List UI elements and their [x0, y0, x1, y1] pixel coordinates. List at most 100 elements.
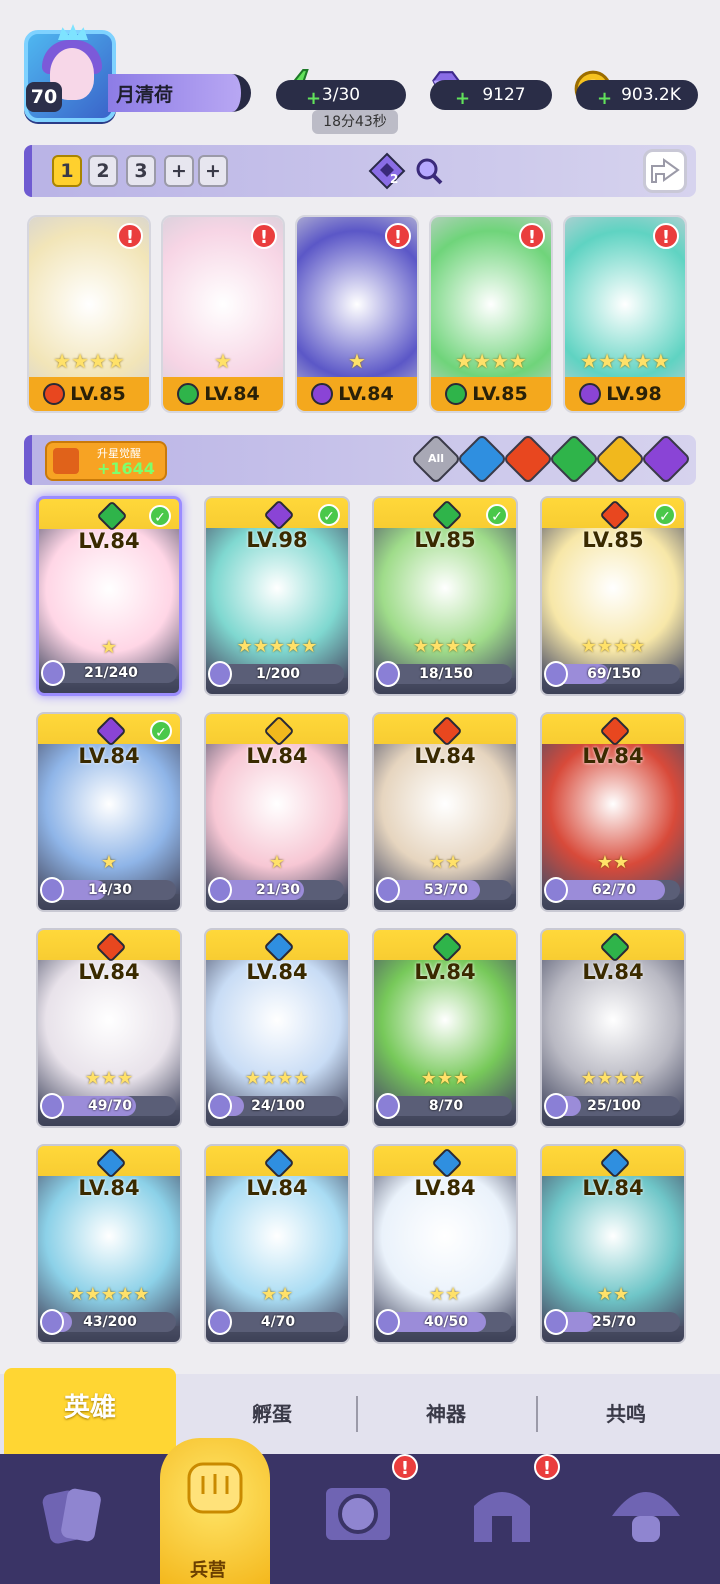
team-tab-2[interactable]: 2 [88, 155, 118, 187]
hero-stars: ★★★ [84, 1068, 134, 1089]
bar-accent [24, 435, 32, 485]
shard-progress: 21/30 [208, 877, 344, 903]
add-energy-icon[interactable]: + [306, 90, 321, 108]
hero-stars: ★★★ [420, 1068, 470, 1089]
filter-label [520, 451, 536, 467]
shard-progress: 18/150 [376, 661, 512, 687]
hero-stars: ★ [100, 637, 118, 658]
hero-level: LV.98 [246, 528, 308, 552]
hero-card[interactable]: LV.84 ★★★★★ 43/200 [36, 1144, 182, 1344]
avatar-crown-icon [58, 24, 88, 40]
hero-stars: ★★★★ [580, 1068, 646, 1089]
featured-hero-card[interactable]: ★ LV.84 ! [295, 215, 419, 413]
element-icon [431, 1147, 463, 1179]
hero-card[interactable]: ✓ LV.84 ★ 21/240 [36, 496, 182, 696]
check-icon: ✓ [654, 504, 676, 526]
hero-card[interactable]: ✓ LV.85 ★★★★ 69/150 [540, 496, 686, 696]
hero-level: LV.84 [582, 744, 644, 768]
check-icon: ✓ [150, 720, 172, 742]
team-tab-1[interactable]: 1 [52, 155, 82, 187]
hero-level: LV.84 [78, 1176, 140, 1200]
gold-counter[interactable]: 903.2K [576, 80, 698, 110]
add-gold-icon[interactable]: + [597, 90, 612, 108]
hero-card[interactable]: LV.84 ★★★★ 25/100 [540, 928, 686, 1128]
add-team-button-1[interactable]: + [164, 155, 194, 187]
hero-level: LV.84 [78, 960, 140, 984]
shard-icon [544, 661, 568, 687]
hero-stars: ★★ [596, 852, 630, 873]
gem-counter[interactable]: 9127 [430, 80, 552, 110]
shard-icon [208, 661, 232, 687]
search-hero-icon[interactable] [414, 156, 444, 186]
nav-mushroom-icon[interactable] [604, 1472, 688, 1556]
hero-card[interactable]: ✓ LV.98 ★★★★★ 1/200 [204, 496, 350, 696]
hero-stars: ★ [348, 349, 366, 373]
star-awaken-button[interactable]: 升星觉醒 +1644 [45, 441, 167, 481]
shard-progress: 14/30 [40, 877, 176, 903]
team-selector-bar [24, 145, 696, 197]
element-icon [95, 715, 127, 747]
shard-progress: 43/200 [40, 1309, 176, 1335]
check-icon: ✓ [149, 505, 171, 527]
element-icon [95, 931, 127, 963]
tab-resonance[interactable]: 共鸣 [540, 1374, 712, 1454]
energy-timer: 18分43秒 [312, 110, 398, 134]
player-name: 月清荷 [116, 84, 174, 106]
tab-divider [356, 1396, 358, 1432]
add-team-button-2[interactable]: + [198, 155, 228, 187]
hero-card[interactable]: LV.84 ★★ 40/50 [372, 1144, 518, 1344]
energy-counter[interactable]: 3/30 [276, 80, 406, 110]
shard-icon [376, 877, 400, 903]
share-button[interactable] [643, 149, 687, 193]
map-alert-badge: ! [392, 1454, 418, 1480]
player-name-plate[interactable]: 月清荷 [108, 74, 251, 112]
wind-element-icon [445, 383, 467, 405]
hero-level: LV.84 [414, 1176, 476, 1200]
hero-stars: ★★ [260, 1284, 294, 1305]
tab-artifact[interactable]: 神器 [360, 1374, 532, 1454]
hero-card[interactable]: LV.84 ★★ 25/70 [540, 1144, 686, 1344]
hero-level: LV.84 [78, 529, 140, 553]
nav-cards-icon[interactable] [30, 1472, 114, 1556]
nav-shrine-icon[interactable] [460, 1472, 544, 1556]
hero-card[interactable]: LV.84 ★★★ 8/70 [372, 928, 518, 1128]
player-level: 70 [26, 82, 62, 112]
shard-icon [544, 1093, 568, 1119]
check-icon: ✓ [318, 504, 340, 526]
team-tab-3[interactable]: 3 [126, 155, 156, 187]
hero-stars: ★★★★ [53, 349, 125, 373]
barracks-fist-icon [187, 1462, 243, 1514]
featured-hero-card[interactable]: ★★★★★ LV.98 ! [563, 215, 687, 413]
featured-hero-card[interactable]: ★★★★ LV.85 ! [27, 215, 151, 413]
hero-card[interactable]: LV.84 ★★ 4/70 [204, 1144, 350, 1344]
hero-level: LV.85 [414, 528, 476, 552]
hero-card[interactable]: LV.84 ★ 21/30 [204, 712, 350, 912]
hero-card[interactable]: LV.84 ★★★★ 24/100 [204, 928, 350, 1128]
hero-card[interactable]: LV.84 ★★ 62/70 [540, 712, 686, 912]
gem-value: 9127 [482, 85, 526, 105]
gold-value: 903.2K [621, 85, 681, 105]
add-gem-icon[interactable]: + [455, 90, 470, 108]
hero-stars: ★★ [596, 1284, 630, 1305]
hero-level: LV.85 [582, 528, 644, 552]
nav-barracks-label: 兵营 [190, 1560, 226, 1581]
formation-icon[interactable] [368, 152, 406, 190]
hero-card[interactable]: ✓ LV.84 ★ 14/30 [36, 712, 182, 912]
element-icon [95, 1147, 127, 1179]
shard-progress: 49/70 [40, 1093, 176, 1119]
hero-card[interactable]: LV.84 ★★★ 49/70 [36, 928, 182, 1128]
sub-tabs: 英雄 孵蛋 神器 共鸣 [0, 1368, 720, 1454]
bottom-nav: ! ! [0, 1454, 720, 1584]
filter-label [658, 451, 674, 467]
featured-hero-card[interactable]: ★★★★ LV.85 ! [429, 215, 553, 413]
hero-stars: ★★★★ [244, 1068, 310, 1089]
shard-icon [208, 1093, 232, 1119]
hero-level: LV.84 [414, 744, 476, 768]
featured-hero-card[interactable]: ★ LV.84 ! [161, 215, 285, 413]
hero-card[interactable]: ✓ LV.85 ★★★★ 18/150 [372, 496, 518, 696]
element-icon [599, 499, 631, 531]
nav-map-icon[interactable] [316, 1472, 400, 1556]
tab-heroes[interactable]: 英雄 [4, 1368, 176, 1454]
hero-card[interactable]: LV.84 ★★ 53/70 [372, 712, 518, 912]
element-icon [599, 715, 631, 747]
